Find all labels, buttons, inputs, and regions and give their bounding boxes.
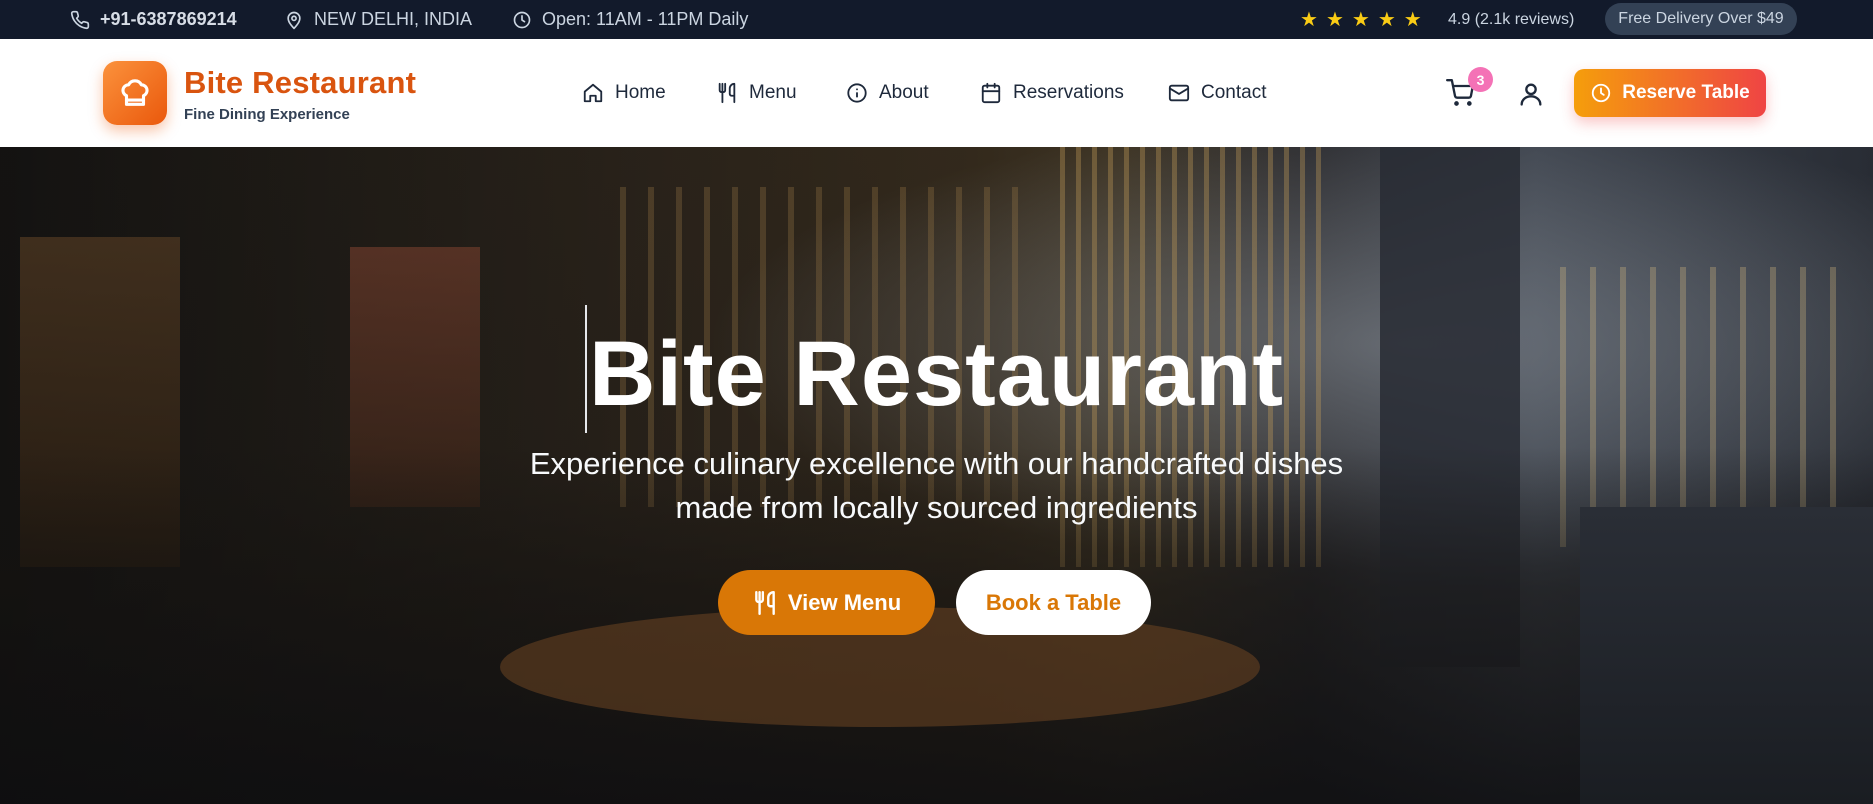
nav-about[interactable]: About — [846, 39, 929, 147]
nav-home-label: Home — [615, 82, 666, 103]
hours-text: Open: 11AM - 11PM Daily — [542, 9, 749, 29]
utensils-icon — [754, 590, 775, 615]
nav-about-label: About — [879, 82, 929, 103]
phone-number: +91-6387869214 — [100, 9, 237, 29]
hero-section: Bite Restaurant Experience culinary exce… — [0, 147, 1873, 804]
user-icon — [1520, 83, 1542, 106]
nav-home[interactable]: Home — [582, 39, 666, 147]
chef-hat-icon — [121, 79, 149, 106]
view-menu-button[interactable]: View Menu — [718, 570, 935, 635]
free-delivery-badge: Free Delivery Over $49 — [1605, 3, 1797, 35]
opening-hours: Open: 11AM - 11PM Daily — [512, 0, 748, 39]
clock-icon — [513, 11, 531, 28]
calendar-icon — [981, 82, 1001, 104]
location-info: NEW DELHI, INDIA — [284, 0, 472, 39]
user-account-button[interactable] — [1517, 80, 1545, 113]
nav-reservations-label: Reservations — [1013, 82, 1124, 103]
reserve-table-button[interactable]: Reserve Table — [1574, 69, 1766, 117]
phone-contact[interactable]: +91-6387869214 — [70, 0, 237, 39]
star-icon: ★ — [1351, 8, 1370, 31]
hero-title: Bite Restaurant — [589, 323, 1284, 425]
rating-text: 4.9 (2.1k reviews) — [1448, 10, 1575, 28]
utensils-icon — [718, 82, 736, 104]
nav-contact-label: Contact — [1201, 82, 1267, 103]
nav-menu-label: Menu — [749, 82, 797, 103]
main-header: Bite Restaurant Fine Dining Experience H… — [0, 39, 1873, 147]
book-table-button[interactable]: Book a Table — [956, 570, 1151, 635]
reserve-table-label: Reserve Table — [1622, 82, 1750, 103]
mail-icon — [1168, 84, 1190, 102]
nav-reservations[interactable]: Reservations — [980, 39, 1124, 147]
phone-icon — [70, 10, 90, 29]
star-icon: ★ — [1325, 8, 1344, 31]
map-pin-icon — [287, 11, 301, 29]
star-icon: ★ — [1403, 8, 1422, 31]
logo[interactable] — [103, 61, 167, 125]
brand-name[interactable]: Bite Restaurant — [184, 65, 416, 101]
star-icon: ★ — [1377, 8, 1396, 31]
clock-icon — [1592, 83, 1611, 103]
info-icon — [847, 83, 867, 103]
hero-subtitle-line-2: made from locally sourced ingredients — [675, 490, 1198, 525]
brand-tagline: Fine Dining Experience — [184, 106, 350, 123]
cart-count-badge: 3 — [1468, 67, 1493, 92]
top-info-bar: +91-6387869214 NEW DELHI, INDIA Open: 11… — [0, 0, 1873, 39]
nav-contact[interactable]: Contact — [1168, 39, 1266, 147]
location-text: NEW DELHI, INDIA — [314, 9, 473, 29]
view-menu-label: View Menu — [787, 589, 902, 615]
home-icon — [583, 83, 603, 103]
star-icon: ★ — [1300, 8, 1318, 31]
hero-subtitle: Experience culinary excellence with our … — [0, 442, 1873, 530]
nav-menu[interactable]: Menu — [716, 39, 797, 147]
rating-stars: ★ ★ ★ ★ ★ — [1300, 0, 1422, 39]
hero-subtitle-line-1: Experience culinary excellence with our … — [529, 446, 1344, 481]
